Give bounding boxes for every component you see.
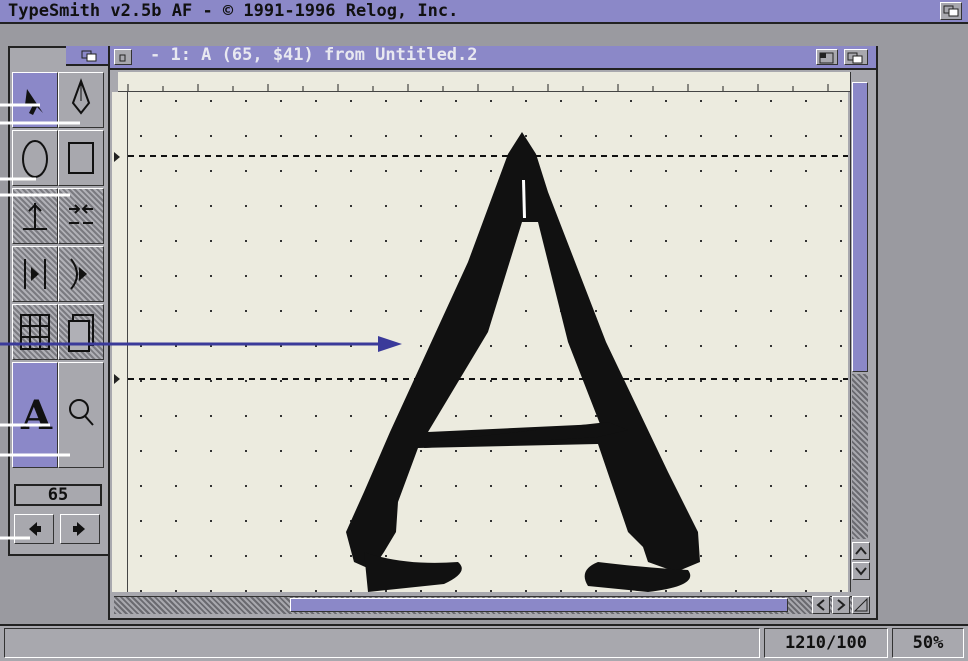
zoom-level-readout: 50% [892, 628, 964, 658]
horizontal-scroll-thumb[interactable] [290, 598, 788, 612]
close-gadget[interactable] [114, 49, 132, 65]
horizontal-ruler [118, 72, 850, 92]
scroll-right-button[interactable] [832, 596, 850, 614]
window-depth-gadget[interactable] [844, 49, 868, 65]
screen-depth-gadget[interactable] [940, 2, 962, 20]
status-message-field [4, 628, 760, 658]
arrow-right-icon [837, 599, 846, 611]
ruler-ticks [127, 84, 829, 91]
zoom-window-icon [819, 52, 834, 64]
toolbox-depth-icon [81, 50, 97, 62]
depth-icon [943, 5, 959, 17]
arrow-down-icon [855, 567, 867, 576]
arrow-left-icon [816, 599, 825, 611]
scroll-left-button[interactable] [812, 596, 830, 614]
resize-gadget[interactable] [852, 596, 870, 614]
close-icon [119, 54, 126, 62]
glyph-window-title: - 1: A (65, $41) from Untitled.2 [150, 45, 478, 65]
resize-icon [853, 597, 868, 612]
toolbox-titlebar[interactable] [66, 46, 108, 66]
depth-icon [847, 52, 863, 64]
arrow-up-icon [855, 546, 867, 555]
vertical-scroll-thumb[interactable] [852, 82, 868, 372]
scroll-down-button[interactable] [852, 562, 870, 580]
app-title: TypeSmith v2.5b AF - © 1991-1996 Relog, … [8, 1, 459, 21]
coordinates-readout: 1210/100 [764, 628, 888, 658]
screen-titlebar: TypeSmith v2.5b AF - © 1991-1996 Relog, … [0, 0, 968, 24]
vertical-scroll-track[interactable] [852, 374, 868, 539]
glyph-window-titlebar[interactable]: - 1: A (65, $41) from Untitled.2 [110, 45, 876, 70]
zoom-gadget[interactable] [816, 49, 838, 65]
callout-lines [0, 103, 80, 540]
scroll-up-button[interactable] [852, 542, 870, 560]
